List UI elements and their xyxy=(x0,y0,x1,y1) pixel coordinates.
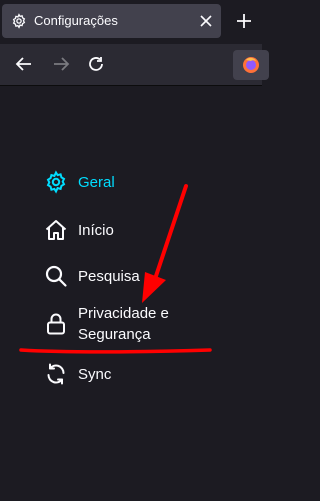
back-arrow-icon[interactable] xyxy=(15,55,33,73)
new-tab-icon[interactable] xyxy=(236,13,252,29)
search-icon xyxy=(45,265,67,287)
sidebar-item-search[interactable]: Pesquisa xyxy=(44,264,140,288)
sidebar-item-label: Início xyxy=(78,221,114,239)
reload-icon[interactable] xyxy=(87,55,105,73)
tab-title: Configurações xyxy=(34,13,118,28)
settings-sidebar: Geral Início Pesquisa Privacidade e Segu… xyxy=(0,85,262,501)
forward-arrow-icon[interactable] xyxy=(52,55,70,73)
gear-icon xyxy=(46,170,66,194)
home-icon xyxy=(45,220,67,240)
sidebar-item-label: Sync xyxy=(78,365,112,383)
tab-bar: Configurações xyxy=(0,0,262,44)
sidebar-item-sync[interactable]: Sync xyxy=(44,362,111,386)
sidebar-item-home[interactable]: Início xyxy=(44,218,114,242)
sidebar-item-general[interactable]: Geral xyxy=(44,170,115,194)
close-icon[interactable] xyxy=(200,15,212,27)
sidebar-item-privacy-security[interactable]: Privacidade e Segurança xyxy=(44,303,169,345)
tab-settings[interactable]: Configurações xyxy=(2,4,221,38)
sidebar-item-label: Geral xyxy=(78,173,115,191)
lock-icon xyxy=(47,313,65,335)
firefox-icon xyxy=(243,57,259,73)
sidebar-item-label: Privacidade e xyxy=(78,305,169,322)
sidebar-item-label-line2: Segurança xyxy=(78,326,151,343)
extension-button[interactable] xyxy=(233,50,269,80)
navigation-toolbar xyxy=(0,44,269,86)
sync-icon xyxy=(47,363,65,385)
sidebar-item-label: Pesquisa xyxy=(78,267,140,285)
gear-icon xyxy=(12,13,26,29)
